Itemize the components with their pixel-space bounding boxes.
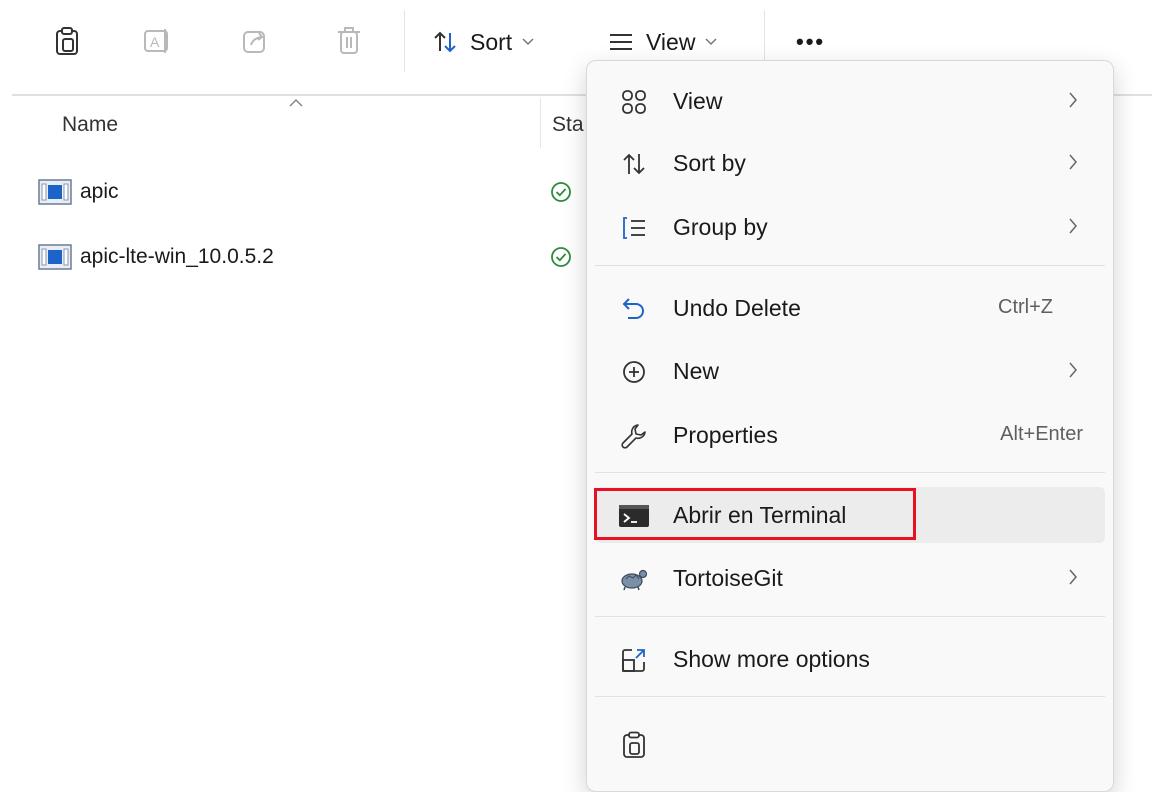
chevron-right-icon <box>1067 91 1079 109</box>
vm-file-icon <box>38 179 72 205</box>
wrench-icon <box>619 421 649 451</box>
menu-item-sort-by[interactable]: Sort by <box>587 135 1113 191</box>
chevron-right-icon <box>1067 217 1079 235</box>
sort-icon <box>619 149 649 179</box>
menu-item-label: TortoiseGit <box>673 565 783 591</box>
rename-icon[interactable]: A <box>138 22 176 60</box>
menu-item-show-more-options[interactable]: Show more options <box>587 631 1113 687</box>
view-button[interactable]: View <box>608 22 717 62</box>
menu-separator <box>595 472 1105 473</box>
column-header-name[interactable]: Name <box>62 113 118 137</box>
menu-item-undo-delete[interactable]: Undo Delete Ctrl+Z <box>587 280 1113 336</box>
menu-item-label: Properties <box>673 422 778 448</box>
new-icon <box>619 357 649 387</box>
chevron-right-icon <box>1067 568 1079 586</box>
menu-item-label: Show more options <box>673 646 870 672</box>
toolbar-divider <box>404 10 405 72</box>
clipboard-icon <box>619 730 649 760</box>
sync-status-icon <box>550 181 572 203</box>
menu-item-new[interactable]: New <box>587 343 1113 399</box>
menu-item-label: Abrir en Terminal <box>673 502 847 528</box>
header-divider <box>12 94 587 96</box>
menu-item-label: Sort by <box>673 150 746 176</box>
share-icon[interactable] <box>236 22 274 60</box>
terminal-icon <box>619 501 649 531</box>
menu-item-label: Undo Delete <box>673 295 801 321</box>
menu-item-properties[interactable]: Properties Alt+Enter <box>587 407 1113 463</box>
clipboard-icon[interactable] <box>48 22 86 60</box>
column-divider[interactable] <box>540 98 541 148</box>
group-icon <box>619 213 649 243</box>
delete-icon[interactable] <box>330 22 368 60</box>
sort-label: Sort <box>470 28 513 55</box>
menu-separator <box>595 696 1105 697</box>
chevron-down-icon <box>522 38 534 46</box>
file-row[interactable]: apic <box>38 172 119 212</box>
shortcut-label: Alt+Enter <box>1000 423 1083 445</box>
column-header-status[interactable]: Sta <box>552 113 584 137</box>
tortoise-icon <box>619 564 649 594</box>
show-more-icon <box>619 645 649 675</box>
chevron-right-icon <box>1067 361 1079 379</box>
file-name: apic-lte-win_10.0.5.2 <box>80 245 274 268</box>
sort-button[interactable]: Sort <box>432 22 534 62</box>
undo-icon <box>619 294 649 324</box>
more-options-button[interactable]: ••• <box>796 22 825 62</box>
file-name: apic <box>80 180 119 203</box>
menu-item-label: New <box>673 358 720 384</box>
sync-status-icon <box>550 246 572 268</box>
view-grid-icon <box>619 87 649 117</box>
menu-item-abrir-en-terminal[interactable]: Abrir en Terminal <box>595 487 1105 543</box>
menu-separator <box>595 265 1105 266</box>
menu-item-group-by[interactable]: Group by <box>587 199 1113 255</box>
shortcut-label: Ctrl+Z <box>998 296 1053 318</box>
menu-item-tortoisegit[interactable]: TortoiseGit <box>587 550 1113 606</box>
header-divider <box>1112 94 1152 96</box>
vm-file-icon <box>38 244 72 270</box>
view-lines-icon <box>608 32 634 52</box>
menu-action-copy[interactable] <box>587 716 1113 772</box>
menu-item-label: Group by <box>673 214 768 240</box>
chevron-right-icon <box>1067 153 1079 171</box>
more-options-label: ••• <box>796 29 826 54</box>
context-menu: View Sort by Group by Undo Delete Ctrl+Z <box>586 60 1114 792</box>
svg-text:A: A <box>150 34 160 50</box>
chevron-down-icon <box>705 38 717 46</box>
menu-separator <box>595 616 1105 617</box>
view-label: View <box>646 28 696 55</box>
file-row[interactable]: apic-lte-win_10.0.5.2 <box>38 237 274 277</box>
menu-item-label: View <box>673 88 723 114</box>
menu-item-view[interactable]: View <box>587 73 1113 129</box>
sort-arrows-icon <box>432 29 458 55</box>
sort-ascending-icon <box>288 98 304 108</box>
